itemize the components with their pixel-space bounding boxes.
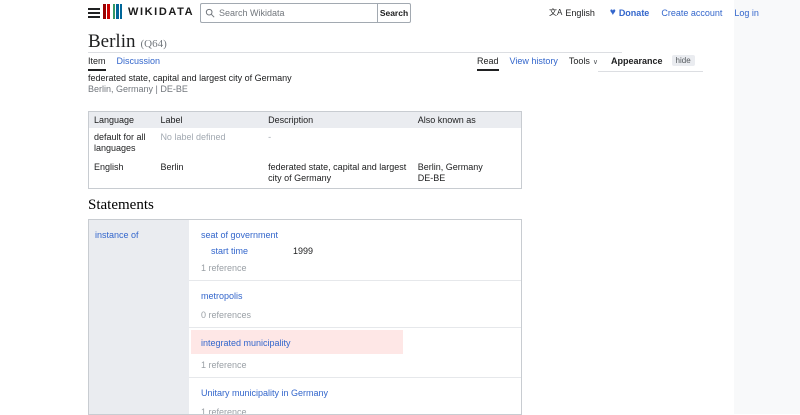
- language-icon: 文A: [549, 7, 562, 18]
- entity-label: Berlin: [88, 31, 136, 52]
- entity-header: federated state, capital and largest cit…: [88, 73, 292, 95]
- statement-value-row: Unitary municipality in Germany: [201, 383, 509, 401]
- term-table-header-description: Description: [263, 112, 413, 129]
- references-toggle[interactable]: 0 references: [201, 310, 509, 321]
- term-table-header-language: Language: [89, 112, 156, 129]
- language-label: English: [565, 8, 595, 18]
- search-icon: [205, 8, 215, 18]
- statement-value-row: metropolis: [201, 286, 509, 304]
- statement-value-block: metropolis 0 references: [189, 281, 521, 328]
- page-background-strip: [734, 0, 800, 414]
- term-table-row: EnglishBerlinfederated state, capital an…: [89, 158, 522, 189]
- search-input[interactable]: [219, 8, 373, 18]
- term-language-cell: default for all languages: [89, 128, 156, 158]
- entity-aliases: Berlin, Germany | DE-BE: [88, 84, 292, 95]
- heart-icon: ♥: [610, 7, 616, 18]
- statement-value-link[interactable]: metropolis: [201, 291, 243, 302]
- statement-property-column: instance of: [89, 220, 189, 414]
- term-description-cell[interactable]: federated state, capital and largest cit…: [263, 158, 413, 189]
- alias-line: DE-BE: [418, 173, 516, 184]
- create-account-link[interactable]: Create account: [661, 8, 722, 18]
- statement-values-column: seat of government start time1999 1 refere…: [189, 220, 521, 414]
- statements-container: instance of seat of government start time…: [88, 219, 522, 415]
- term-table-body: default for all languagesNo label define…: [89, 128, 522, 189]
- tab-view-history[interactable]: View history: [510, 56, 558, 71]
- donate-label: Donate: [619, 8, 650, 18]
- property-link[interactable]: instance of: [95, 230, 139, 240]
- tab-discussion[interactable]: Discussion: [117, 56, 161, 71]
- term-language-cell: English: [89, 158, 156, 189]
- hamburger-menu-icon[interactable]: [88, 8, 100, 18]
- wikidata-logo-text: WIKIDATA: [128, 6, 194, 18]
- tabs-row: Item Discussion Read View history Tools∨: [88, 56, 598, 71]
- term-table-header-also-known-as: Also known as: [413, 112, 522, 129]
- appearance-title: Appearance: [611, 56, 663, 66]
- alias-line: Berlin, Germany: [418, 162, 516, 173]
- statement-value-row: seat of government: [201, 225, 509, 243]
- statements-heading: Statements: [88, 197, 154, 214]
- wikidata-logo[interactable]: WIKIDATA: [103, 4, 194, 19]
- qualifier-property-link[interactable]: start time: [211, 246, 293, 257]
- statement-value-link[interactable]: seat of government: [201, 230, 278, 241]
- entity-id: (Q64): [141, 38, 167, 50]
- tabs-left: Item Discussion: [88, 56, 160, 71]
- appearance-panel: Appearance hide: [598, 54, 703, 72]
- statement-value-block: Unitary municipality in Germany1 referen…: [189, 378, 521, 415]
- term-table-header-label: Label: [155, 112, 263, 129]
- term-table: LanguageLabelDescriptionAlso known as de…: [88, 111, 522, 189]
- term-label-cell[interactable]: No label defined: [155, 128, 263, 158]
- term-table-header-row: LanguageLabelDescriptionAlso known as: [89, 112, 522, 129]
- user-links: 文A English ♥ Donate Create account Log i…: [549, 7, 759, 18]
- references-toggle[interactable]: 1 reference: [201, 360, 509, 371]
- wikidata-logo-bars-icon: [103, 4, 122, 19]
- tab-read[interactable]: Read: [477, 56, 499, 71]
- statement-value-link[interactable]: Unitary municipality in Germany: [201, 388, 328, 399]
- statement-value-block: integrated municipality 1 reference: [189, 328, 521, 378]
- statement-value-block: seat of government start time1999 1 refere…: [189, 220, 521, 281]
- term-aliases-cell[interactable]: [413, 128, 522, 158]
- tab-tools[interactable]: Tools∨: [569, 56, 598, 71]
- page-title: Berlin (Q64): [88, 31, 167, 53]
- entity-description: federated state, capital and largest cit…: [88, 73, 292, 84]
- term-table-row: default for all languagesNo label define…: [89, 128, 522, 158]
- references-toggle[interactable]: 1 reference: [201, 263, 509, 274]
- qualifier-value: 1999: [293, 246, 313, 256]
- statement-value-link[interactable]: integrated municipality: [201, 338, 291, 349]
- term-label-cell[interactable]: Berlin: [155, 158, 263, 189]
- login-link[interactable]: Log in: [734, 8, 759, 18]
- statement-value-highlight: integrated municipality: [191, 330, 403, 354]
- language-selector[interactable]: 文A English: [549, 7, 595, 18]
- term-description-cell[interactable]: -: [263, 128, 413, 158]
- search-button[interactable]: Search: [377, 3, 411, 23]
- term-aliases-cell[interactable]: Berlin, GermanyDE-BE: [413, 158, 522, 189]
- donate-link[interactable]: ♥ Donate: [610, 7, 649, 18]
- tab-item[interactable]: Item: [88, 56, 106, 71]
- tabs-right: Read View history Tools∨: [477, 56, 598, 71]
- title-divider: [88, 52, 622, 53]
- search-box[interactable]: [200, 3, 377, 23]
- appearance-hide-button[interactable]: hide: [672, 55, 695, 66]
- qualifier-row: start time1999: [201, 246, 509, 257]
